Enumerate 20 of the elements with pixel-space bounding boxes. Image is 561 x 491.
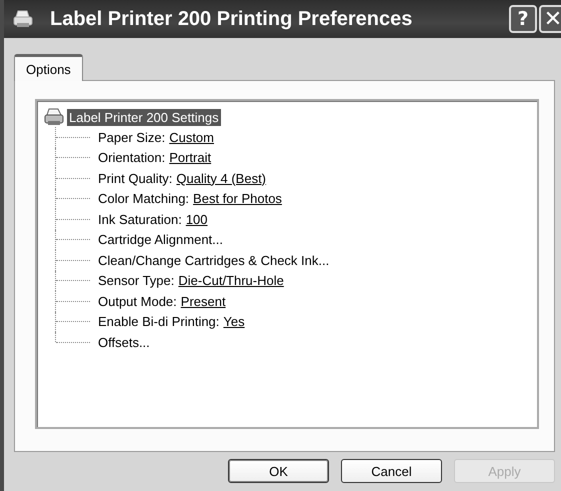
tree-item[interactable]: Print Quality: Quality 4 (Best) — [98, 170, 266, 186]
tree-item[interactable]: Clean/Change Cartridges & Check Ink... — [98, 252, 330, 268]
tree-item[interactable]: Enable Bi-di Printing: Yes — [98, 314, 245, 330]
dialog-button[interactable]: OK — [228, 459, 329, 483]
printer-icon — [12, 9, 34, 29]
close-button[interactable]: ✕ — [539, 5, 561, 33]
tree-item[interactable]: Paper Size: Custom — [98, 130, 214, 145]
tree-item[interactable]: Cartridge Alignment... — [98, 232, 224, 248]
printer-icon — [43, 107, 65, 127]
tree-item[interactable]: Output Mode: Present — [98, 294, 226, 309]
tree-root-item[interactable]: Label Printer 200 Settings — [67, 108, 221, 126]
dialog-button[interactable]: Cancel — [341, 459, 442, 483]
help-button[interactable]: ? — [509, 5, 537, 33]
tree-item[interactable]: Sensor Type: Die-Cut/Thru-Hole — [98, 273, 284, 288]
window-title: Label Printer 200 Printing Preferences — [50, 8, 414, 30]
tree-item[interactable]: Ink Saturation: 100 — [98, 212, 208, 227]
options-tab[interactable]: Options — [14, 54, 83, 81]
tree-item[interactable]: Offsets... — [98, 334, 150, 350]
tree-item[interactable]: Orientation: Portrait — [98, 150, 212, 166]
tree-item[interactable]: Color Matching: Best for Photos — [98, 191, 282, 206]
